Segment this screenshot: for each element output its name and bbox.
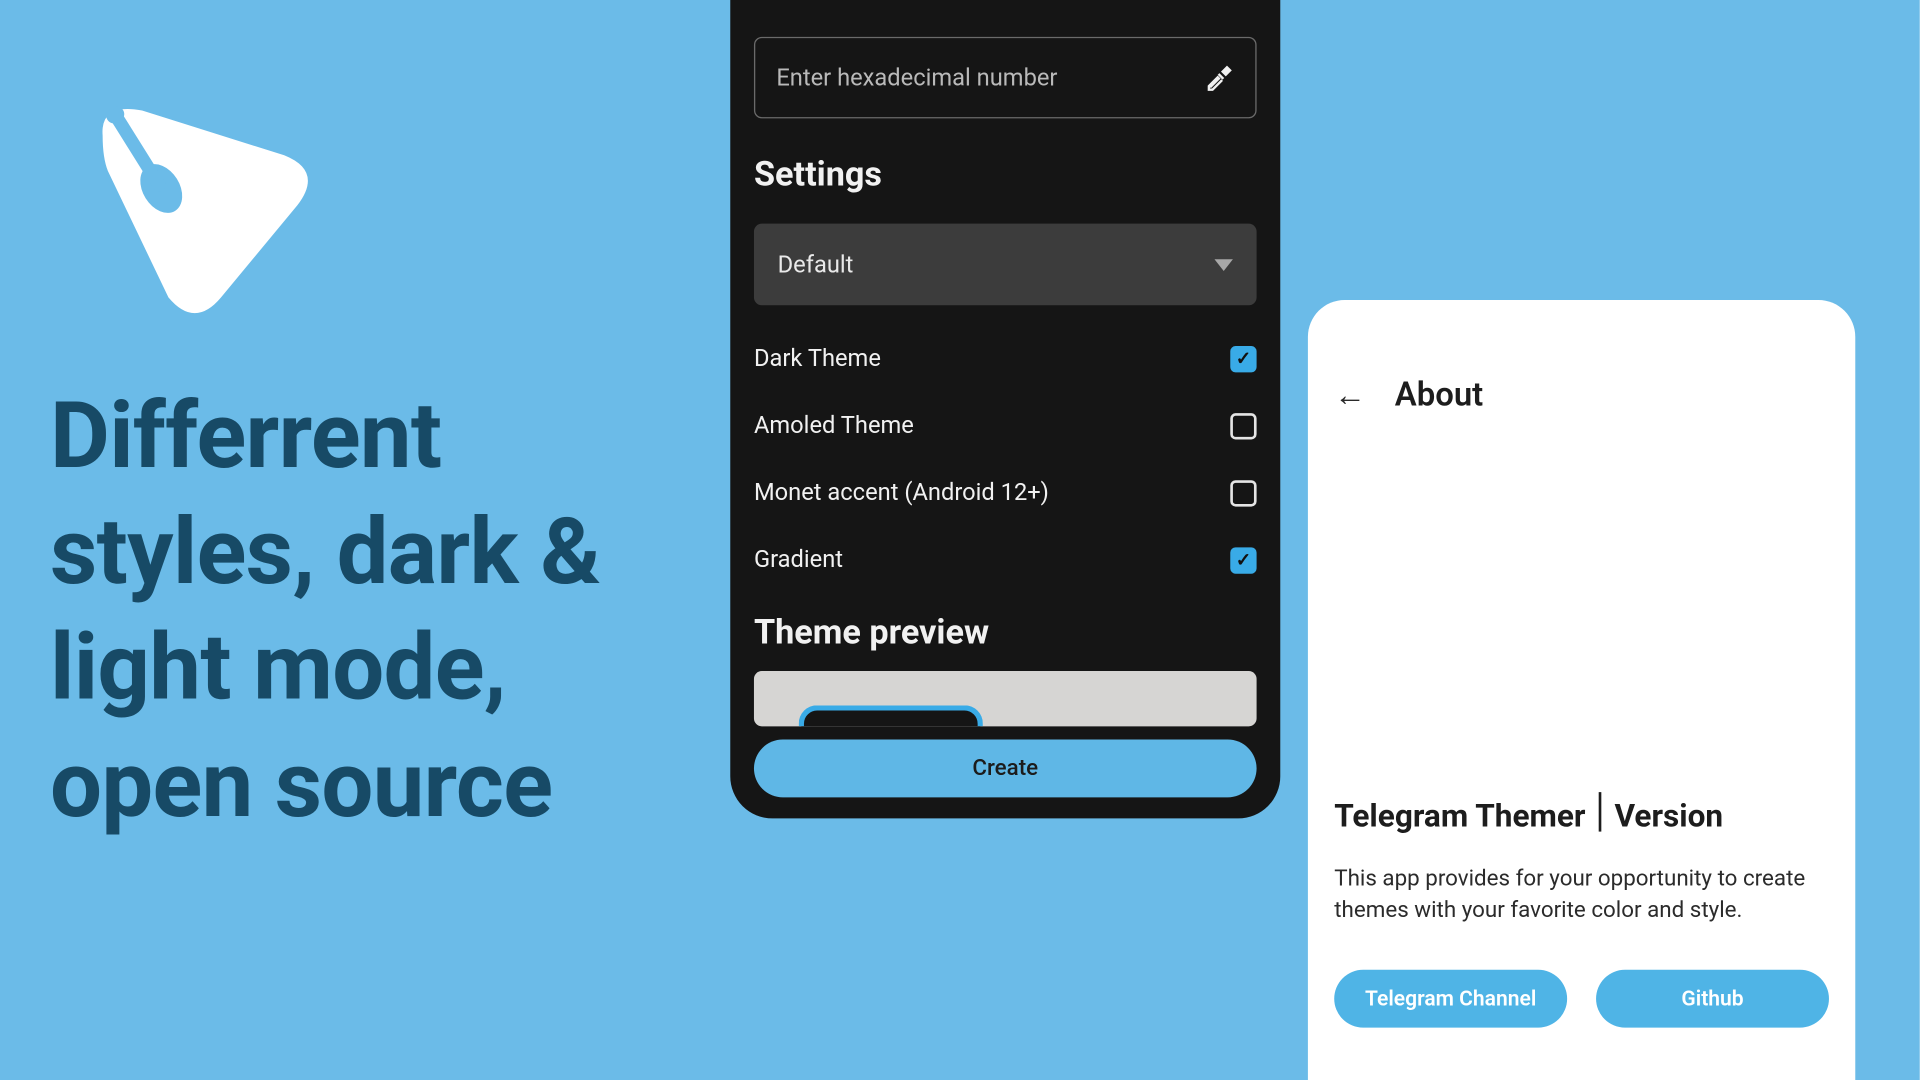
option-label: Amoled Theme bbox=[754, 412, 1230, 440]
app-name: Telegram Themer bbox=[1334, 797, 1585, 834]
telegram-channel-button[interactable]: Telegram Channel bbox=[1334, 969, 1567, 1027]
app-description: This app provides for your opportunity t… bbox=[1334, 864, 1808, 927]
vertical-divider bbox=[1599, 792, 1602, 831]
hex-input[interactable]: Enter hexadecimal number bbox=[754, 37, 1257, 119]
version-label: Version bbox=[1614, 797, 1723, 834]
github-button[interactable]: Github bbox=[1596, 969, 1829, 1027]
checkbox-dark-theme[interactable]: ✓ bbox=[1230, 345, 1256, 371]
option-amoled-theme[interactable]: Amoled Theme bbox=[754, 412, 1257, 440]
checkbox-gradient[interactable]: ✓ bbox=[1230, 547, 1256, 573]
settings-heading: Settings bbox=[754, 155, 1257, 194]
about-card: ← About Telegram Themer Version This app… bbox=[1308, 300, 1855, 1080]
option-label: Dark Theme bbox=[754, 345, 1230, 373]
app-name-line: Telegram Themer Version bbox=[1334, 796, 1829, 835]
back-arrow-icon[interactable]: ← bbox=[1334, 376, 1366, 414]
dropdown-value: Default bbox=[778, 251, 1215, 279]
promo-panel: Differrent styles, dark & light mode, op… bbox=[50, 63, 655, 843]
option-gradient[interactable]: Gradient ✓ bbox=[754, 546, 1257, 574]
create-button-label: Create bbox=[972, 755, 1038, 781]
dark-settings-card: Enter hexadecimal number Settings Defaul… bbox=[730, 0, 1280, 818]
button-label: Telegram Channel bbox=[1365, 986, 1536, 1011]
option-monet-accent[interactable]: Monet accent (Android 12+) bbox=[754, 479, 1257, 507]
promo-tagline: Differrent styles, dark & light mode, op… bbox=[50, 379, 655, 843]
hex-input-placeholder: Enter hexadecimal number bbox=[776, 64, 1205, 92]
create-button[interactable]: Create bbox=[754, 739, 1257, 797]
option-label: Gradient bbox=[754, 546, 1230, 574]
checkbox-amoled-theme[interactable] bbox=[1230, 413, 1256, 439]
about-title: About bbox=[1395, 376, 1483, 414]
theme-style-dropdown[interactable]: Default bbox=[754, 224, 1257, 306]
chevron-down-icon bbox=[1214, 259, 1232, 271]
checkbox-monet-accent[interactable] bbox=[1230, 480, 1256, 506]
theme-preview-box bbox=[754, 671, 1257, 726]
theme-preview-chip bbox=[799, 705, 983, 726]
option-dark-theme[interactable]: Dark Theme ✓ bbox=[754, 345, 1257, 373]
theme-preview-heading: Theme preview bbox=[754, 613, 1257, 652]
button-label: Github bbox=[1681, 986, 1743, 1011]
eyedropper-icon[interactable] bbox=[1205, 63, 1234, 92]
option-label: Monet accent (Android 12+) bbox=[754, 479, 1230, 507]
app-logo-icon bbox=[50, 63, 339, 326]
